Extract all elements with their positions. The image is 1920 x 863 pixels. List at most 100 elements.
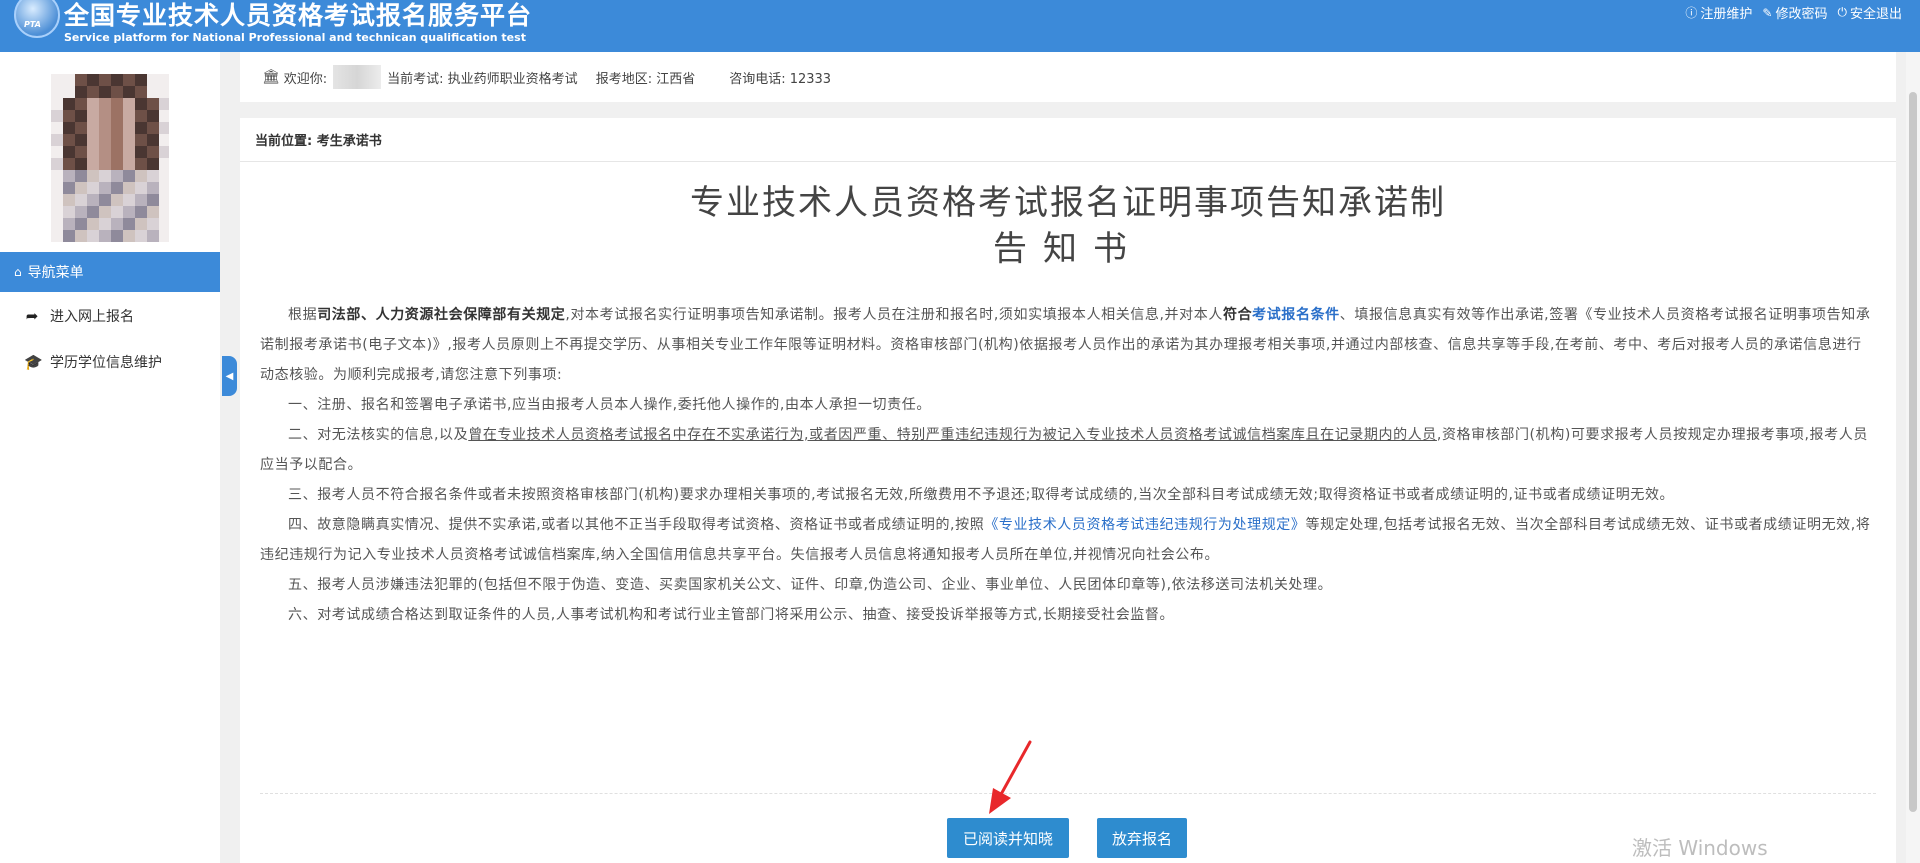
document-subtitle: 告知书 bbox=[993, 229, 1143, 269]
avatar-pixel bbox=[87, 230, 99, 242]
avatar-pixel bbox=[99, 206, 111, 218]
avatar-pixel bbox=[87, 86, 99, 98]
avatar-pixel bbox=[75, 158, 87, 170]
avatar-pixel bbox=[87, 206, 99, 218]
avatar-pixel bbox=[135, 206, 147, 218]
avatar-pixel bbox=[147, 122, 159, 134]
scrollbar[interactable] bbox=[1906, 52, 1920, 863]
avatar-pixel bbox=[63, 182, 75, 194]
avatar-pixel bbox=[111, 74, 123, 86]
avatar-pixel bbox=[159, 134, 169, 146]
avatar-pixel bbox=[87, 98, 99, 110]
activate-windows-watermark: 激活 Windows bbox=[1632, 836, 1768, 860]
avatar-pixel bbox=[123, 110, 135, 122]
avatar-pixel bbox=[123, 170, 135, 182]
avatar-pixel bbox=[147, 230, 159, 242]
avatar-pixel bbox=[63, 98, 75, 110]
regulation-link[interactable]: 《专业技术人员资格考试违纪违规行为处理规定》 bbox=[984, 517, 1305, 533]
info-icon: ⓘ bbox=[1685, 6, 1698, 20]
avatar-pixel bbox=[99, 170, 111, 182]
avatar-pixel bbox=[63, 158, 75, 170]
item-1: 一、注册、报名和签署电子承诺书,应当由报考人员本人操作,委托他人操作的,由本人承… bbox=[288, 397, 931, 413]
avatar-pixel bbox=[51, 110, 63, 122]
item-4-text: 四、故意隐瞒真实情况、提供不实承诺,或者以其他不正当手段取得考试资格、资格证书或… bbox=[288, 517, 985, 533]
avatar-pixel bbox=[51, 98, 63, 110]
avatar-pixel bbox=[99, 218, 111, 230]
change-password-link[interactable]: ✎ 修改密码 bbox=[1762, 3, 1827, 23]
avatar-pixel bbox=[99, 98, 111, 110]
avatar bbox=[51, 74, 169, 242]
avatar-pixel bbox=[123, 158, 135, 170]
avatar-pixel bbox=[111, 110, 123, 122]
exam-conditions-link[interactable]: 考试报名条件 bbox=[1252, 307, 1340, 323]
avatar-pixel bbox=[159, 218, 169, 230]
avatar-pixel bbox=[135, 182, 147, 194]
avatar-pixel bbox=[135, 134, 147, 146]
sidebar-item-label: 学历学位信息维护 bbox=[50, 355, 162, 371]
read-and-acknowledge-button[interactable]: 已阅读并知晓 bbox=[947, 818, 1069, 858]
sidebar-item-online-registration[interactable]: ➦ 进入网上报名 bbox=[0, 296, 220, 336]
avatar-pixel bbox=[63, 110, 75, 122]
item-5: 五、报考人员涉嫌违法犯罪的(包括但不限于伪造、变造、买卖国家机关公文、证件、印章… bbox=[288, 577, 1333, 593]
avatar-pixel bbox=[75, 146, 87, 158]
avatar-pixel bbox=[135, 74, 147, 86]
avatar-pixel bbox=[111, 146, 123, 158]
sidebar: ⌂ 导航菜单 ➦ 进入网上报名 🎓 学历学位信息维护 bbox=[0, 52, 220, 863]
sidebar-collapse-toggle[interactable]: ◀ bbox=[222, 356, 237, 396]
avatar-pixel bbox=[51, 218, 63, 230]
avatar-pixel bbox=[51, 122, 63, 134]
avatar-pixel bbox=[75, 170, 87, 182]
chevron-left-icon: ◀ bbox=[225, 370, 234, 382]
avatar-pixel bbox=[123, 134, 135, 146]
avatar-pixel bbox=[51, 230, 63, 242]
avatar-pixel bbox=[87, 218, 99, 230]
avatar-pixel bbox=[147, 110, 159, 122]
avatar-pixel bbox=[51, 146, 63, 158]
avatar-pixel bbox=[159, 182, 169, 194]
avatar-pixel bbox=[159, 194, 169, 206]
logout-link[interactable]: ⏻ 安全退出 bbox=[1837, 3, 1902, 22]
avatar-pixel bbox=[123, 182, 135, 194]
avatar-pixel bbox=[63, 194, 75, 206]
register-maintain-link[interactable]: ⓘ 注册维护 bbox=[1685, 3, 1752, 22]
avatar-pixel bbox=[159, 146, 169, 158]
avatar-pixel bbox=[51, 158, 63, 170]
avatar-pixel bbox=[135, 98, 147, 110]
avatar-pixel bbox=[111, 206, 123, 218]
item-6: 六、对考试成绩合格达到取证条件的人员,人事考试机构和考试行业主管部门将采用公示、… bbox=[288, 607, 1175, 623]
avatar-pixel bbox=[99, 86, 111, 98]
avatar-pixel bbox=[135, 158, 147, 170]
avatar-pixel bbox=[111, 218, 123, 230]
avatar-pixel bbox=[111, 122, 123, 134]
avatar-pixel bbox=[51, 194, 63, 206]
item-3: 三、报考人员不符合报名条件或者未按照资格审核部门(机构)要求办理相关事项的,考试… bbox=[288, 487, 1675, 503]
avatar-pixel bbox=[147, 158, 159, 170]
scrollbar-thumb[interactable] bbox=[1909, 92, 1917, 812]
avatar-pixel bbox=[75, 110, 87, 122]
welcome-label: 欢迎你: bbox=[283, 71, 328, 87]
avatar-pixel bbox=[75, 74, 87, 86]
share-icon: ➦ bbox=[25, 307, 39, 325]
avatar-pixel bbox=[135, 122, 147, 134]
logout-label: 安全退出 bbox=[1849, 7, 1902, 22]
avatar-pixel bbox=[51, 134, 63, 146]
contact-phone: 咨询电话: 12333 bbox=[729, 71, 832, 87]
avatar-pixel bbox=[63, 206, 75, 218]
item-2-text: 二、对无法核实的信息,以及 bbox=[288, 427, 469, 443]
site-subtitle: Service platform for National Profession… bbox=[64, 31, 526, 44]
avatar-pixel bbox=[51, 86, 63, 98]
avatar-pixel bbox=[147, 170, 159, 182]
avatar-pixel bbox=[75, 98, 87, 110]
avatar-pixel bbox=[159, 86, 169, 98]
intro-text: ,对本考试报名实行证明事项告知承诺制。报考人员在注册和报名时,须如实填报本人相关… bbox=[565, 307, 1223, 323]
logo: PTA bbox=[14, 0, 60, 38]
avatar-pixel bbox=[135, 170, 147, 182]
abandon-registration-button[interactable]: 放弃报名 bbox=[1097, 818, 1187, 858]
avatar-pixel bbox=[111, 230, 123, 242]
avatar-pixel bbox=[63, 230, 75, 242]
avatar-pixel bbox=[63, 122, 75, 134]
avatar-pixel bbox=[147, 182, 159, 194]
nav-menu-header[interactable]: ⌂ 导航菜单 bbox=[0, 252, 220, 292]
avatar-pixel bbox=[63, 146, 75, 158]
sidebar-item-education-info[interactable]: 🎓 学历学位信息维护 bbox=[0, 342, 220, 382]
